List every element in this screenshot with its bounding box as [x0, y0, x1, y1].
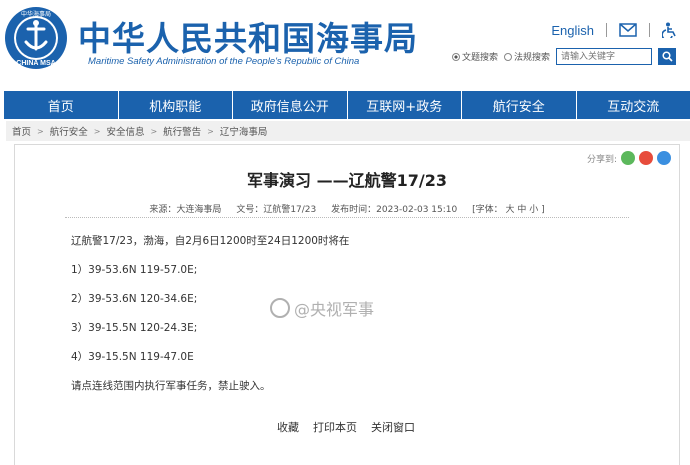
weibo-icon[interactable]: [639, 151, 653, 165]
watermark-text: @央视军事: [294, 300, 375, 319]
share-bar: 分享到:: [587, 151, 671, 165]
chevron-right-icon: >: [37, 126, 44, 136]
share-label: 分享到:: [586, 154, 617, 165]
wechat-icon[interactable]: [621, 151, 635, 165]
nav-interaction[interactable]: 互动交流: [577, 91, 690, 119]
breadcrumb-item[interactable]: 安全信息: [106, 124, 144, 138]
logo-top-text: 中华海事局: [21, 10, 51, 18]
paragraph: 4）39-15.5N 119-47.0E: [71, 351, 194, 363]
favorite-button[interactable]: 收藏: [277, 419, 299, 435]
search-bar: 文题搜索 法规搜索: [451, 48, 676, 65]
radio-selected-icon: [451, 52, 460, 61]
mail-icon[interactable]: [619, 23, 637, 37]
breadcrumb-item[interactable]: 辽宁海事局: [220, 124, 268, 138]
nav-home[interactable]: 首页: [4, 91, 119, 119]
chevron-right-icon: >: [150, 126, 158, 136]
logo-text: CHINA MSA: [16, 60, 55, 67]
meta-doc-number: 文号：辽航警17/23: [236, 205, 317, 215]
accessibility-icon[interactable]: [662, 22, 676, 38]
chevron-right-icon: >: [93, 126, 101, 136]
article-title: 军事演习 ——辽航警17/23: [247, 171, 447, 190]
close-window-button[interactable]: 关闭窗口: [371, 419, 415, 435]
print-button[interactable]: 打印本页: [313, 419, 357, 435]
search-option-title[interactable]: 文题搜索: [451, 50, 498, 63]
watermark: @央视军事: [270, 296, 374, 320]
weibo-watermark-icon: [270, 298, 290, 318]
qq-icon[interactable]: [657, 151, 671, 165]
nav-internet-gov[interactable]: 互联网+政务: [348, 91, 462, 119]
msa-logo-icon[interactable]: CHINA MSA 中华海事局: [4, 6, 68, 70]
divider: [606, 23, 607, 37]
search-option-law[interactable]: 法规搜索: [503, 50, 550, 63]
paragraph: 请点连线范围内执行军事任务，禁止驶入。: [71, 380, 271, 392]
nav-gov-info[interactable]: 政府信息公开: [233, 91, 348, 119]
paragraph: 3）39-15.5N 120-24.3E;: [71, 322, 198, 334]
search-button[interactable]: [658, 48, 676, 65]
nav-functions[interactable]: 机构职能: [119, 91, 233, 119]
article-meta: 来源：大连海事局 文号：辽航警17/23 发布时间：2023-02-03 15:…: [15, 202, 679, 215]
breadcrumb: 首页 > 航行安全 > 安全信息 > 航行警告 > 辽宁海事局: [6, 121, 690, 141]
paragraph: 辽航警17/23，渤海，自2月6日1200时至24日1200时将在: [71, 235, 350, 247]
site-title[interactable]: 中华人民共和国海事局: [78, 12, 418, 60]
font-size-control[interactable]: [字体： 大 中 小 ]: [472, 205, 544, 215]
site-subtitle: Maritime Safety Administration of the Pe…: [88, 56, 360, 67]
top-links: English: [551, 22, 676, 38]
header: CHINA MSA 中华海事局 中华人民共和国海事局 Maritime Safe…: [0, 0, 690, 88]
english-link[interactable]: English: [551, 23, 594, 38]
search-input[interactable]: [556, 48, 652, 65]
breadcrumb-item[interactable]: 首页: [12, 124, 31, 138]
breadcrumb-item[interactable]: 航行警告: [163, 124, 201, 138]
radio-icon: [503, 52, 512, 61]
paragraph: 1）39-53.6N 119-57.0E;: [71, 264, 198, 276]
meta-publish-time: 发布时间：2023-02-03 15:10: [331, 205, 458, 215]
article-actions: 收藏 打印本页 关闭窗口: [277, 419, 415, 435]
search-icon: [661, 51, 673, 62]
breadcrumb-item[interactable]: 航行安全: [50, 124, 88, 138]
divider: [65, 217, 629, 218]
main-nav: 首页 机构职能 政府信息公开 互联网+政务 航行安全 互动交流: [4, 91, 690, 119]
divider: [649, 23, 650, 37]
meta-source: 来源：大连海事局: [149, 205, 222, 215]
article-body: 辽航警17/23，渤海，自2月6日1200时至24日1200时将在 1）39-5…: [71, 233, 349, 407]
nav-navigation-safety[interactable]: 航行安全: [462, 91, 577, 119]
chevron-right-icon: >: [207, 126, 214, 136]
